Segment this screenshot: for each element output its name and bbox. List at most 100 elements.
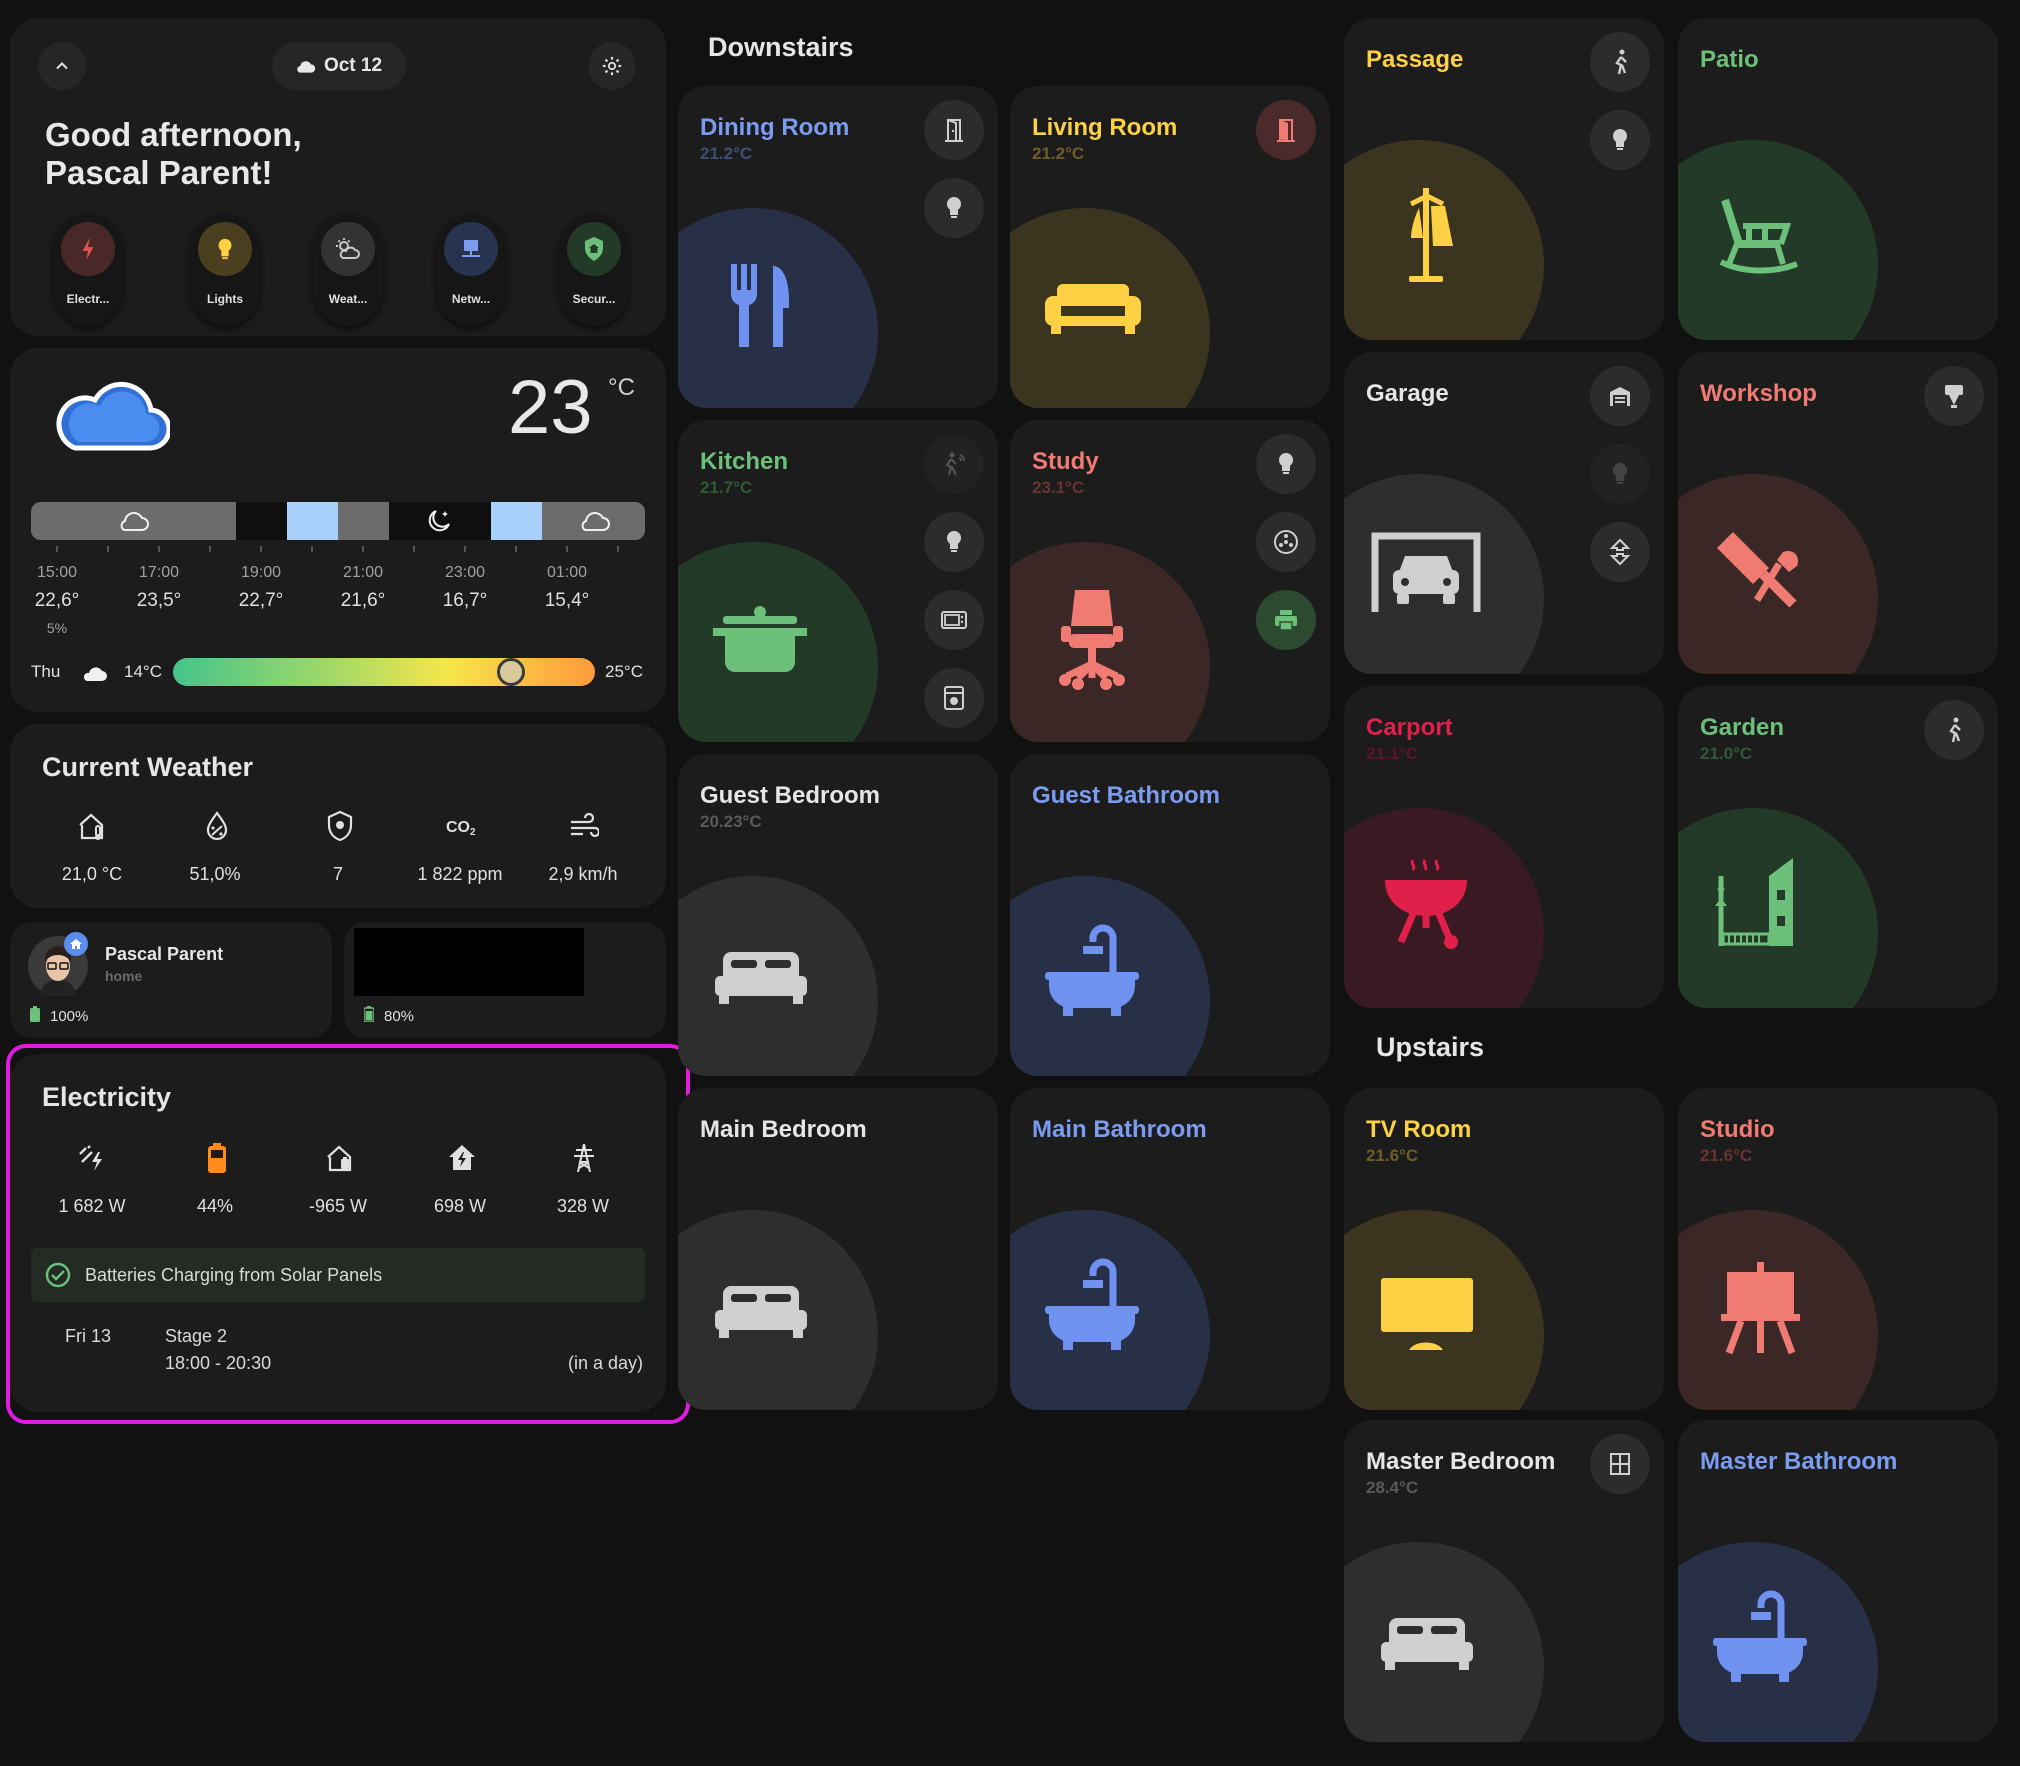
dishwasher-button[interactable] — [924, 668, 984, 728]
lightbulb-icon — [1613, 129, 1627, 150]
chevron-up-icon — [56, 62, 68, 70]
garage-icon — [1610, 387, 1630, 406]
garage-car-icon — [1371, 532, 1481, 612]
room-card-main-bathroom[interactable]: Main Bathroom — [1010, 1088, 1330, 1410]
forecast-time: 17:00 — [138, 564, 180, 581]
collapse-button[interactable] — [38, 42, 86, 90]
room-card-master-bedroom[interactable]: Master Bedroom 28.4°C — [1344, 1420, 1664, 1742]
vise-icon — [1945, 385, 1963, 408]
bathtub-icon — [1713, 1590, 1807, 1682]
room-temperature: 23.1°C — [1032, 478, 1085, 497]
motion-button[interactable] — [1590, 32, 1650, 92]
room-card-master-bathroom[interactable]: Master Bathroom — [1678, 1420, 1998, 1742]
forecast-temp: 22,6° — [34, 590, 80, 611]
vise-button[interactable] — [1924, 366, 1984, 426]
easel-icon — [1721, 1262, 1800, 1355]
room-name: Main Bedroom — [700, 1116, 867, 1143]
wind-speed-value: 2,9 km/h — [548, 864, 618, 884]
fan-icon — [1274, 530, 1298, 554]
light-button[interactable] — [1256, 434, 1316, 494]
chip-label: Netw... — [451, 292, 491, 306]
sofa-icon — [1045, 284, 1141, 334]
motion-button[interactable] — [924, 434, 984, 494]
door-button[interactable] — [1256, 100, 1316, 160]
light-button[interactable] — [924, 178, 984, 238]
room-card-guest-bedroom[interactable]: Guest Bedroom 20.23°C — [678, 754, 998, 1076]
chip-electricity[interactable]: Electr... — [53, 214, 123, 326]
current-temperature-marker — [496, 658, 525, 686]
motion-button[interactable] — [1924, 700, 1984, 760]
motion-sensor-icon — [945, 452, 965, 476]
area-title-upstairs: Upstairs — [1376, 1032, 1485, 1062]
settings-button[interactable] — [588, 42, 636, 90]
room-card-living-room[interactable]: Living Room 21.2°C — [1010, 86, 1330, 408]
greeting-line-1: Good afternoon, — [45, 116, 302, 153]
room-card-passage[interactable]: Passage — [1344, 18, 1664, 340]
room-card-main-bedroom[interactable]: Main Bedroom — [678, 1088, 998, 1410]
forecast-temp: 23,5° — [136, 590, 182, 611]
chip-lights[interactable]: Lights — [190, 214, 260, 326]
cloud-icon — [297, 61, 316, 73]
person-card[interactable]: Pascal Parent home 100% — [10, 922, 332, 1038]
room-card-study[interactable]: Study 23.1°C — [1010, 420, 1330, 742]
temperature-range-bar — [173, 658, 595, 686]
gear-icon — [602, 56, 622, 76]
room-name: Guest Bathroom — [1032, 782, 1221, 809]
redacted-block — [354, 928, 584, 996]
greeting-line-2: Pascal Parent! — [45, 154, 273, 191]
wind-icon — [564, 806, 604, 846]
fan-button[interactable] — [1256, 512, 1316, 572]
room-card-dining-room[interactable]: Dining Room 21.2°C — [678, 86, 998, 408]
forecast-temp: 15,4° — [544, 590, 590, 611]
room-card-patio[interactable]: Patio — [1678, 18, 1998, 340]
lightbulb-icon — [947, 197, 961, 218]
light-button[interactable] — [1590, 110, 1650, 170]
water-percent-icon — [197, 806, 237, 846]
gate-button[interactable] — [1590, 522, 1650, 582]
room-name: Patio — [1700, 46, 1759, 73]
indoor-temperature-value: 21,0 °C — [61, 864, 123, 884]
room-card-studio[interactable]: Studio 21.6°C — [1678, 1088, 1998, 1410]
chip-security[interactable]: Secur... — [559, 214, 629, 326]
room-card-garage[interactable]: Garage — [1344, 352, 1664, 674]
room-name: Passage — [1366, 46, 1464, 73]
home-badge — [64, 932, 88, 956]
grill-icon — [1385, 859, 1467, 949]
gate-arrow-icon — [1609, 538, 1631, 566]
light-button[interactable] — [1590, 444, 1650, 504]
printer-button[interactable] — [1256, 590, 1316, 650]
rocking-chair-icon — [1719, 198, 1799, 274]
window-button[interactable] — [1590, 1434, 1650, 1494]
forecast-time: 15:00 — [36, 564, 78, 581]
chip-network[interactable]: Netw... — [436, 214, 506, 326]
shield-sun-icon — [320, 806, 360, 846]
weather-card[interactable]: 23 °C 15:00 17:00 19:00 21:00 23:00 01:0… — [10, 348, 666, 712]
person-card[interactable]: 80% — [344, 922, 666, 1038]
room-temperature: 21.2°C — [700, 144, 753, 163]
uv-index-value: 7 — [332, 864, 343, 884]
room-card-guest-bathroom[interactable]: Guest Bathroom — [1010, 754, 1330, 1076]
house-garden-icon — [1715, 858, 1793, 946]
room-card-tv-room[interactable]: TV Room 21.6°C — [1344, 1088, 1664, 1410]
room-name: Carport — [1366, 714, 1453, 741]
room-card-workshop[interactable]: Workshop — [1678, 352, 1998, 674]
room-card-garden[interactable]: Garden 21.0°C — [1678, 686, 1998, 1008]
daily-low: 14°C — [124, 662, 162, 681]
date-pill[interactable]: Oct 12 — [272, 42, 406, 90]
lightbulb-icon — [1279, 453, 1293, 474]
room-temperature: 21.1°C — [1366, 744, 1419, 763]
microwave-button[interactable] — [924, 590, 984, 650]
tools-icon — [1717, 532, 1799, 608]
door-button[interactable] — [924, 100, 984, 160]
chip-weather[interactable]: Weat... — [313, 214, 383, 326]
daily-high: 25°C — [605, 662, 643, 681]
room-temperature: 21.6°C — [1700, 1146, 1753, 1165]
room-card-carport[interactable]: Carport 21.1°C — [1344, 686, 1664, 1008]
cloud-weather-icon — [56, 381, 170, 451]
current-temperature: 23 — [508, 365, 593, 450]
home-icon — [70, 939, 82, 949]
light-button[interactable] — [924, 512, 984, 572]
room-card-kitchen[interactable]: Kitchen 21.7°C — [678, 420, 998, 742]
garage-door-button[interactable] — [1590, 366, 1650, 426]
chip-label: Lights — [207, 292, 243, 306]
